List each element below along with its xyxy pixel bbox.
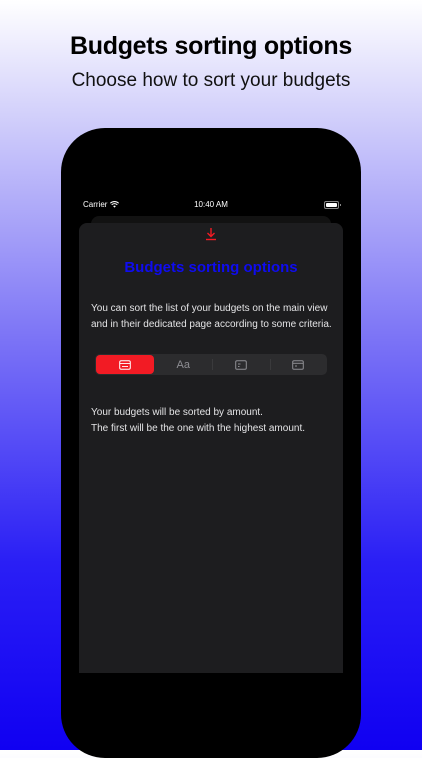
sorting-result-text: Your budgets will be sorted by amount. T… <box>91 405 335 437</box>
sort-segmented-control: Aa <box>95 354 327 375</box>
segment-sort-by-name[interactable]: Aa <box>155 354 213 375</box>
promo-headline: Budgets sorting options <box>70 32 352 60</box>
result-line-2: The first will be the one with the highe… <box>91 423 306 434</box>
promo-subheadline: Choose how to sort your budgets <box>71 70 351 91</box>
sheet-title: Budgets sorting options <box>124 259 298 276</box>
status-bar: Carrier 10:40 AM <box>61 198 361 214</box>
segment-sort-by-end-date[interactable] <box>269 354 328 375</box>
status-time: 10:40 AM <box>194 200 228 209</box>
sorting-description: You can sort the list of your budgets on… <box>91 303 332 330</box>
sorting-options-sheet: Budgets sorting options You can sort the… <box>79 223 343 673</box>
battery-icon <box>324 201 341 209</box>
segment-sort-by-start-date[interactable] <box>212 354 270 375</box>
result-line-1: Your budgets will be sorted by amount. <box>91 407 263 418</box>
phone-frame: Carrier 10:40 AM Budgets sorting options… <box>61 128 361 758</box>
calendar-start-icon <box>234 359 247 370</box>
amount-card-icon <box>118 359 131 370</box>
calendar-end-icon <box>292 359 305 370</box>
text-icon: Aa <box>176 358 190 371</box>
dismiss-arrow-down-icon[interactable] <box>203 226 219 242</box>
segment-sort-by-amount[interactable] <box>96 355 154 374</box>
